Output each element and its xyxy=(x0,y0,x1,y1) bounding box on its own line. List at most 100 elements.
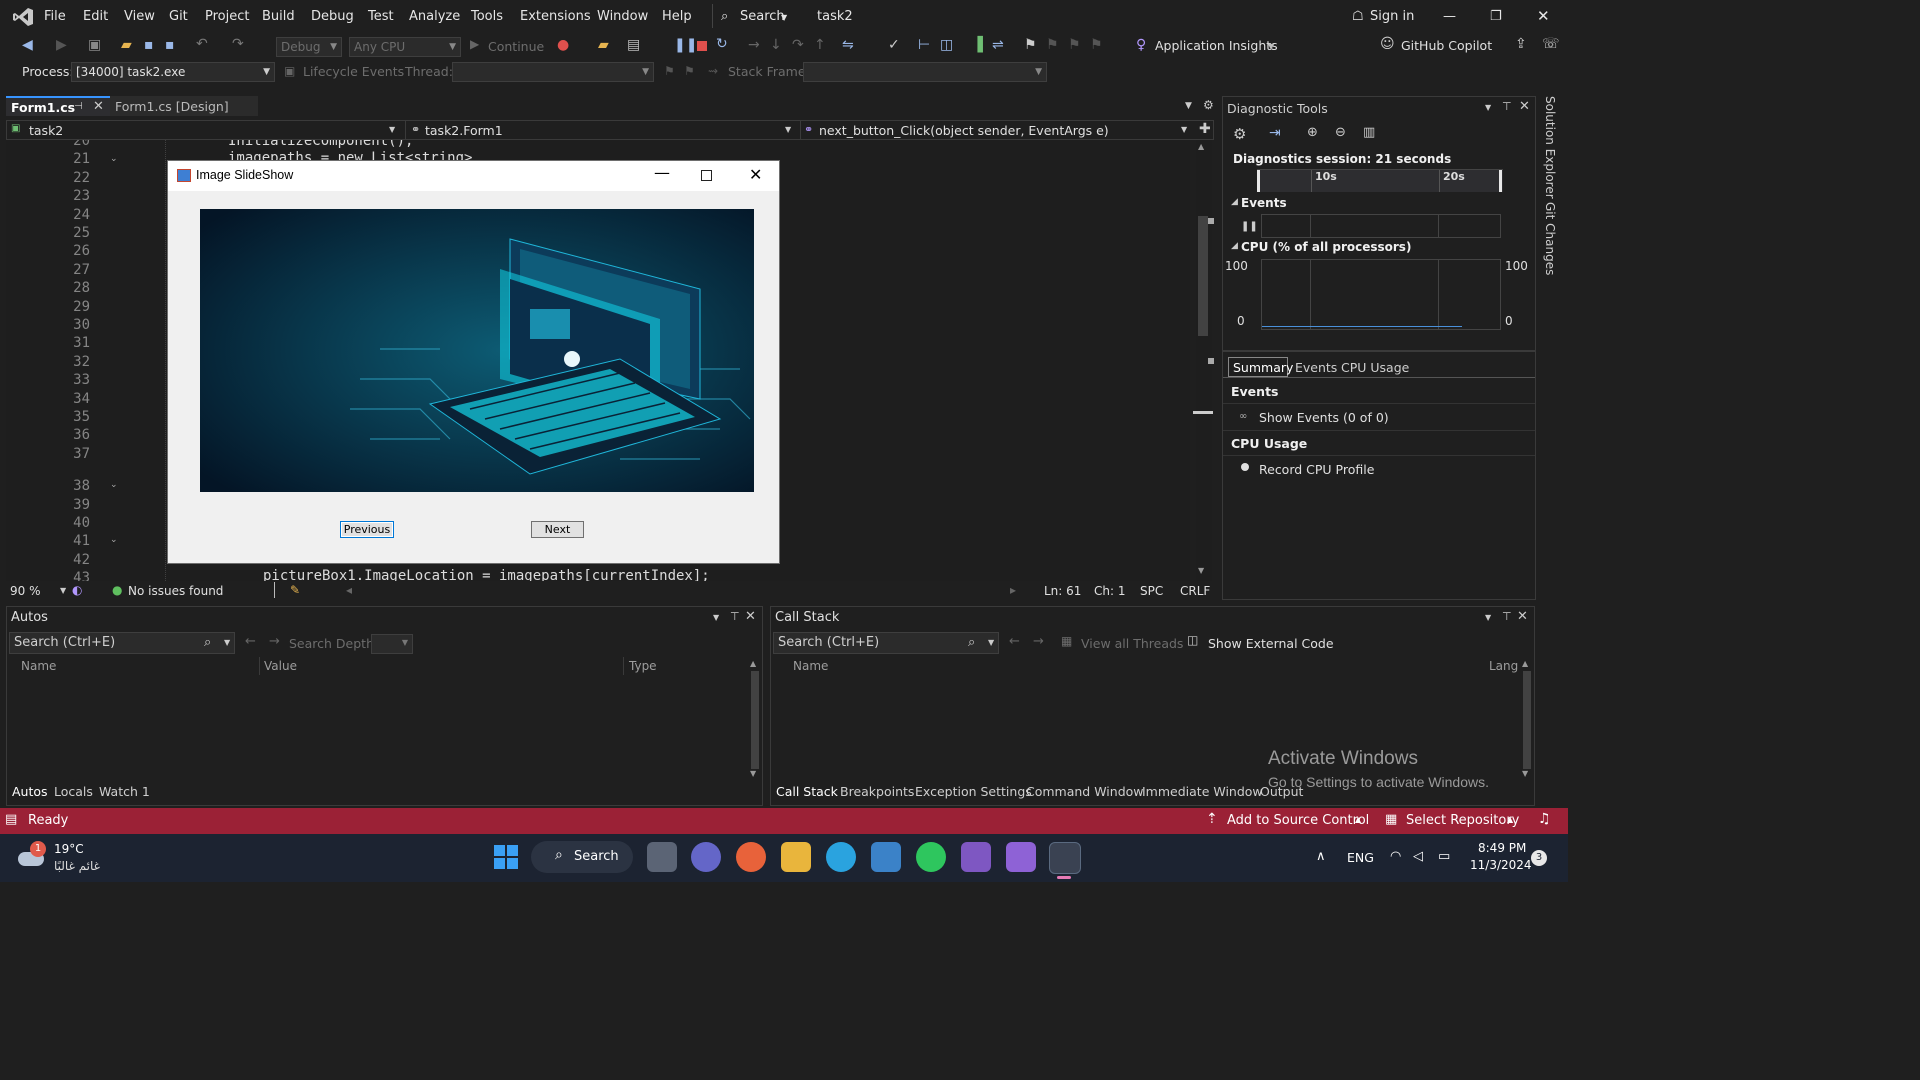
select-repository-button[interactable]: Select Repository xyxy=(1406,813,1519,828)
clear-bookmarks-icon[interactable]: ⚑ xyxy=(1090,37,1103,53)
task-view-icon[interactable] xyxy=(647,842,677,872)
scroll-right-icon[interactable]: ▸ xyxy=(1010,583,1016,597)
pause-icon[interactable]: ❚❚ xyxy=(674,37,697,53)
git-changes-tab[interactable]: Git Changes xyxy=(1543,202,1557,275)
next-bookmark-icon[interactable]: ⚑ xyxy=(1068,37,1081,53)
notification-count-badge[interactable]: 3 xyxy=(1531,850,1547,866)
zoom-level[interactable]: 90 % xyxy=(10,584,41,598)
browse-icon[interactable]: ▰ xyxy=(598,37,609,53)
tab-call-stack[interactable]: Call Stack xyxy=(776,784,838,799)
thread-dropdown[interactable]: ▼ xyxy=(452,62,654,82)
battery-icon[interactable]: ▭ xyxy=(1438,849,1450,864)
line-ending-indicator[interactable]: CRLF xyxy=(1180,584,1210,598)
column-indicator[interactable]: Ch: 1 xyxy=(1094,584,1125,598)
view-all-threads-button[interactable]: View all Threads xyxy=(1081,636,1183,651)
pin-icon[interactable]: ⊤ xyxy=(1502,100,1512,113)
step-out-icon[interactable]: ↑ xyxy=(814,37,826,53)
close-icon[interactable]: ✕ xyxy=(1517,609,1528,624)
record-cpu-profile-button[interactable]: Record CPU Profile xyxy=(1259,462,1374,477)
code-cleanup-icon[interactable]: ✎ xyxy=(290,583,300,597)
save-icon[interactable]: ▪ xyxy=(144,37,154,53)
timeline-start-handle[interactable] xyxy=(1257,170,1260,192)
back-arrow-icon[interactable]: ← xyxy=(245,634,256,649)
spellcheck-icon[interactable]: ✓ xyxy=(888,37,900,53)
fold-icon[interactable]: ⌄ xyxy=(110,535,118,545)
menu-git[interactable]: Git xyxy=(169,9,188,24)
tab-autos[interactable]: Autos xyxy=(12,784,48,799)
flag-thread-icon[interactable]: ⚑ xyxy=(664,64,675,78)
show-events-link[interactable]: Show Events (0 of 0) xyxy=(1259,410,1389,425)
tab-cpu-usage[interactable]: CPU Usage xyxy=(1341,360,1409,375)
language-indicator[interactable]: ENG xyxy=(1347,850,1374,865)
menu-build[interactable]: Build xyxy=(262,9,295,24)
timeline-ruler[interactable]: 10s 20s xyxy=(1257,169,1503,192)
project-dropdown[interactable]: task2 xyxy=(29,123,63,138)
stop-icon[interactable] xyxy=(697,41,707,51)
tab-breakpoints[interactable]: Breakpoints xyxy=(840,784,914,799)
scroll-thumb[interactable] xyxy=(751,671,759,769)
visual-studio-icon[interactable] xyxy=(961,842,991,872)
menu-extensions[interactable]: Extensions xyxy=(520,9,591,24)
show-external-code-button[interactable]: Show External Code xyxy=(1208,636,1334,651)
scroll-thumb[interactable] xyxy=(1523,671,1531,769)
line-indicator[interactable]: Ln: 61 xyxy=(1044,584,1081,598)
file-explorer-icon[interactable] xyxy=(781,842,811,872)
timeline-end-handle[interactable] xyxy=(1499,170,1502,192)
teams-chat-icon[interactable] xyxy=(691,842,721,872)
scroll-down-icon[interactable]: ▼ xyxy=(1198,566,1204,575)
forward-icon[interactable]: ▶ xyxy=(56,37,67,53)
forward-arrow-icon[interactable]: → xyxy=(269,634,280,649)
process-dropdown[interactable]: [34000] task2.exe ▼ xyxy=(71,62,275,82)
uncomment-icon[interactable]: ⇌ xyxy=(992,37,1004,53)
weather-widget[interactable]: 1 xyxy=(18,841,48,870)
column-name[interactable]: Name xyxy=(21,659,56,673)
show-next-statement-icon[interactable]: → xyxy=(748,37,760,53)
previous-button[interactable]: Previous xyxy=(340,521,394,538)
clock-time[interactable]: 8:49 PM xyxy=(1478,841,1526,855)
lifecycle-events-dropdown[interactable]: Lifecycle Events xyxy=(303,64,404,79)
autos-search-input[interactable]: Search (Ctrl+E) ⌕ ▼ xyxy=(9,632,235,654)
scroll-up-icon[interactable]: ▲ xyxy=(1198,142,1204,151)
chart-icon[interactable]: ▥ xyxy=(1363,125,1375,140)
column-type[interactable]: Type xyxy=(629,659,657,673)
firefox-icon[interactable] xyxy=(736,842,766,872)
open-folder-icon[interactable]: ▰ xyxy=(121,37,132,53)
notifications-bell-icon[interactable]: ♫ xyxy=(1538,811,1551,827)
close-icon[interactable]: ✕ xyxy=(1519,99,1530,114)
pin-icon[interactable]: ⊤ xyxy=(730,610,740,623)
pause-icon[interactable]: ❚❚ xyxy=(1241,221,1258,232)
whitespace-indicator[interactable]: SPC xyxy=(1140,584,1163,598)
close-button[interactable]: ✕ xyxy=(749,165,762,184)
menu-edit[interactable]: Edit xyxy=(83,9,108,24)
slideshow-app-icon[interactable] xyxy=(1049,842,1081,874)
wifi-icon[interactable]: ◠ xyxy=(1390,849,1401,864)
minimize-button[interactable]: — xyxy=(1443,9,1456,24)
bookmark-icon[interactable]: ⚑ xyxy=(1024,37,1037,53)
scroll-up-icon[interactable]: ▲ xyxy=(1522,659,1528,668)
back-icon[interactable]: ◀ xyxy=(22,37,33,53)
tab-events[interactable]: Events xyxy=(1295,360,1337,375)
restore-button[interactable]: ❐ xyxy=(1490,9,1502,24)
menu-window[interactable]: Window xyxy=(597,9,648,24)
member-dropdown[interactable]: next_button_Click(object sender, EventAr… xyxy=(819,123,1109,138)
step-into-icon[interactable]: ↓ xyxy=(770,37,782,53)
zoom-out-icon[interactable]: ⊖ xyxy=(1335,125,1346,140)
column-name[interactable]: Name xyxy=(793,659,828,673)
tab-list-dropdown-icon[interactable]: ▼ xyxy=(1185,101,1192,111)
redo-icon[interactable]: ↷ xyxy=(232,36,244,52)
settings-gear-icon[interactable]: ⚙ xyxy=(1203,98,1214,112)
configuration-dropdown[interactable]: Debug ▼ xyxy=(276,37,342,57)
menu-project[interactable]: Project xyxy=(205,9,249,24)
scroll-left-icon[interactable]: ◂ xyxy=(346,583,352,597)
step-over-icon[interactable]: ↷ xyxy=(792,37,804,53)
tab-locals[interactable]: Locals xyxy=(54,784,93,799)
callstack-search-input[interactable]: Search (Ctrl+E) ⌕ ▼ xyxy=(773,632,999,654)
fold-icon[interactable]: ⌄ xyxy=(110,154,118,164)
cpu-header[interactable]: CPU (% of all processors) xyxy=(1241,240,1411,254)
events-header[interactable]: Events xyxy=(1241,196,1287,210)
stack-frame-dropdown[interactable]: ▼ xyxy=(803,62,1047,82)
window-title-bar[interactable]: Image SlideShow — ✕ xyxy=(168,161,779,191)
visual-studio-preview-icon[interactable] xyxy=(1006,842,1036,872)
column-value[interactable]: Value xyxy=(264,659,297,673)
github-copilot-button[interactable]: GitHub Copilot xyxy=(1401,38,1492,53)
